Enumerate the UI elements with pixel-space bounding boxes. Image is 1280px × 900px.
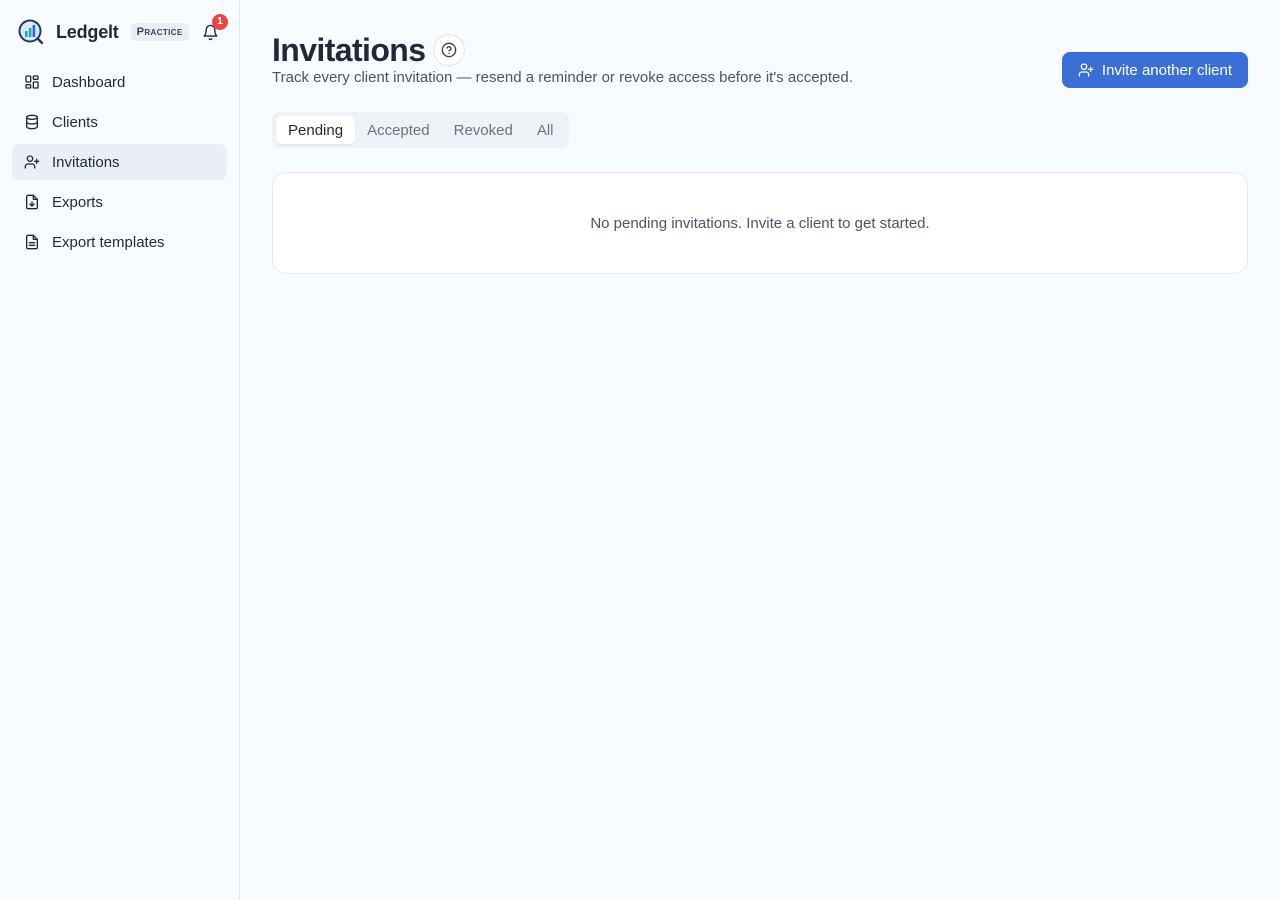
sidebar-item-label: Dashboard [52, 73, 126, 91]
brand-logo-icon [18, 19, 44, 45]
page-subtitle: Track every client invitation — resend a… [272, 69, 853, 86]
sidebar-item-exports[interactable]: Exports [12, 184, 227, 220]
title-row: Invitations [272, 32, 466, 68]
sidebar-item-invitations[interactable]: Invitations [12, 144, 227, 180]
practice-badge: Practice [130, 23, 189, 41]
tab-accepted[interactable]: Accepted [355, 116, 442, 144]
sidebar-item-export-templates[interactable]: Export templates [12, 224, 227, 260]
brand[interactable]: Ledgelt Practice [18, 18, 189, 46]
empty-state-card: No pending invitations. Invite a client … [272, 172, 1248, 274]
help-circle-icon [442, 42, 457, 58]
status-tabs: Pending Accepted Revoked All [272, 112, 570, 148]
sidebar-nav: Dashboard Clients Invitations Exports Ex… [12, 64, 227, 264]
invite-client-label: Invite another client [1101, 61, 1232, 79]
sidebar-item-clients[interactable]: Clients [12, 104, 227, 140]
sidebar-item-label: Export templates [52, 233, 165, 251]
dashboard-icon [24, 74, 40, 90]
tab-all[interactable]: All [525, 116, 566, 144]
sidebar-item-label: Invitations [52, 153, 120, 171]
help-button[interactable] [433, 34, 466, 66]
tab-revoked[interactable]: Revoked [442, 116, 525, 144]
database-icon [24, 114, 40, 130]
sidebar-item-dashboard[interactable]: Dashboard [12, 64, 227, 100]
user-plus-icon [24, 154, 40, 170]
empty-state-message: No pending invitations. Invite a client … [590, 214, 930, 232]
invite-client-button[interactable]: Invite another client [1061, 52, 1248, 88]
sidebar-item-label: Clients [52, 113, 98, 131]
user-plus-icon [1078, 62, 1094, 78]
file-text-icon [24, 234, 40, 250]
tab-pending[interactable]: Pending [276, 116, 356, 144]
sidebar: Ledgelt Practice 1 Dashboard Clients Inv… [0, 0, 240, 900]
sidebar-item-label: Exports [52, 193, 103, 211]
file-download-icon [24, 194, 40, 210]
brand-name: Ledgelt [56, 21, 119, 42]
page-title: Invitations [272, 32, 426, 68]
notification-count-badge: 1 [212, 14, 228, 30]
